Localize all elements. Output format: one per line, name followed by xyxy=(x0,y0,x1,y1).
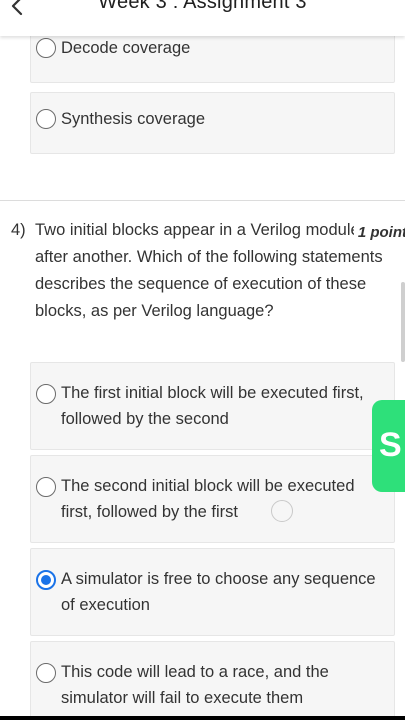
option-race-condition[interactable]: This code will lead to a race, and the s… xyxy=(30,641,395,720)
radio-button-selected[interactable] xyxy=(36,570,56,590)
bottom-edge xyxy=(0,716,405,720)
overlay-circle-icon xyxy=(271,500,293,522)
question-text: Two initial blocks appear in a Verilog m… xyxy=(35,221,392,320)
option-label: A simulator is free to choose any sequen… xyxy=(61,570,376,614)
radio-button[interactable] xyxy=(36,384,56,404)
option-label: This code will lead to a race, and the s… xyxy=(61,663,329,707)
question-divider xyxy=(0,200,405,201)
radio-button[interactable] xyxy=(36,38,56,58)
option-first-then-second[interactable]: The first initial block will be executed… xyxy=(30,362,395,450)
option-synthesis-coverage[interactable]: Synthesis coverage xyxy=(30,92,395,154)
question-points: 1 point xyxy=(353,224,405,241)
radio-button[interactable] xyxy=(36,109,56,129)
radio-button[interactable] xyxy=(36,663,56,683)
radio-button[interactable] xyxy=(36,477,56,497)
option-label: Decode coverage xyxy=(61,39,191,57)
page-title: Week 3 : Assignment 3 xyxy=(98,0,307,13)
option-label: The first initial block will be executed… xyxy=(61,384,364,428)
option-label: Synthesis coverage xyxy=(61,110,205,128)
app-header: Week 3 : Assignment 3 xyxy=(0,0,405,36)
floating-app-button[interactable]: S xyxy=(372,400,405,492)
question-number: 4) xyxy=(11,221,26,239)
option-label: The second initial block will be execute… xyxy=(61,477,355,521)
floating-button-label: S xyxy=(379,426,402,464)
scrollbar-thumb[interactable] xyxy=(401,282,405,362)
option-simulator-free[interactable]: A simulator is free to choose any sequen… xyxy=(30,548,395,636)
option-second-then-first[interactable]: The second initial block will be execute… xyxy=(30,455,395,543)
